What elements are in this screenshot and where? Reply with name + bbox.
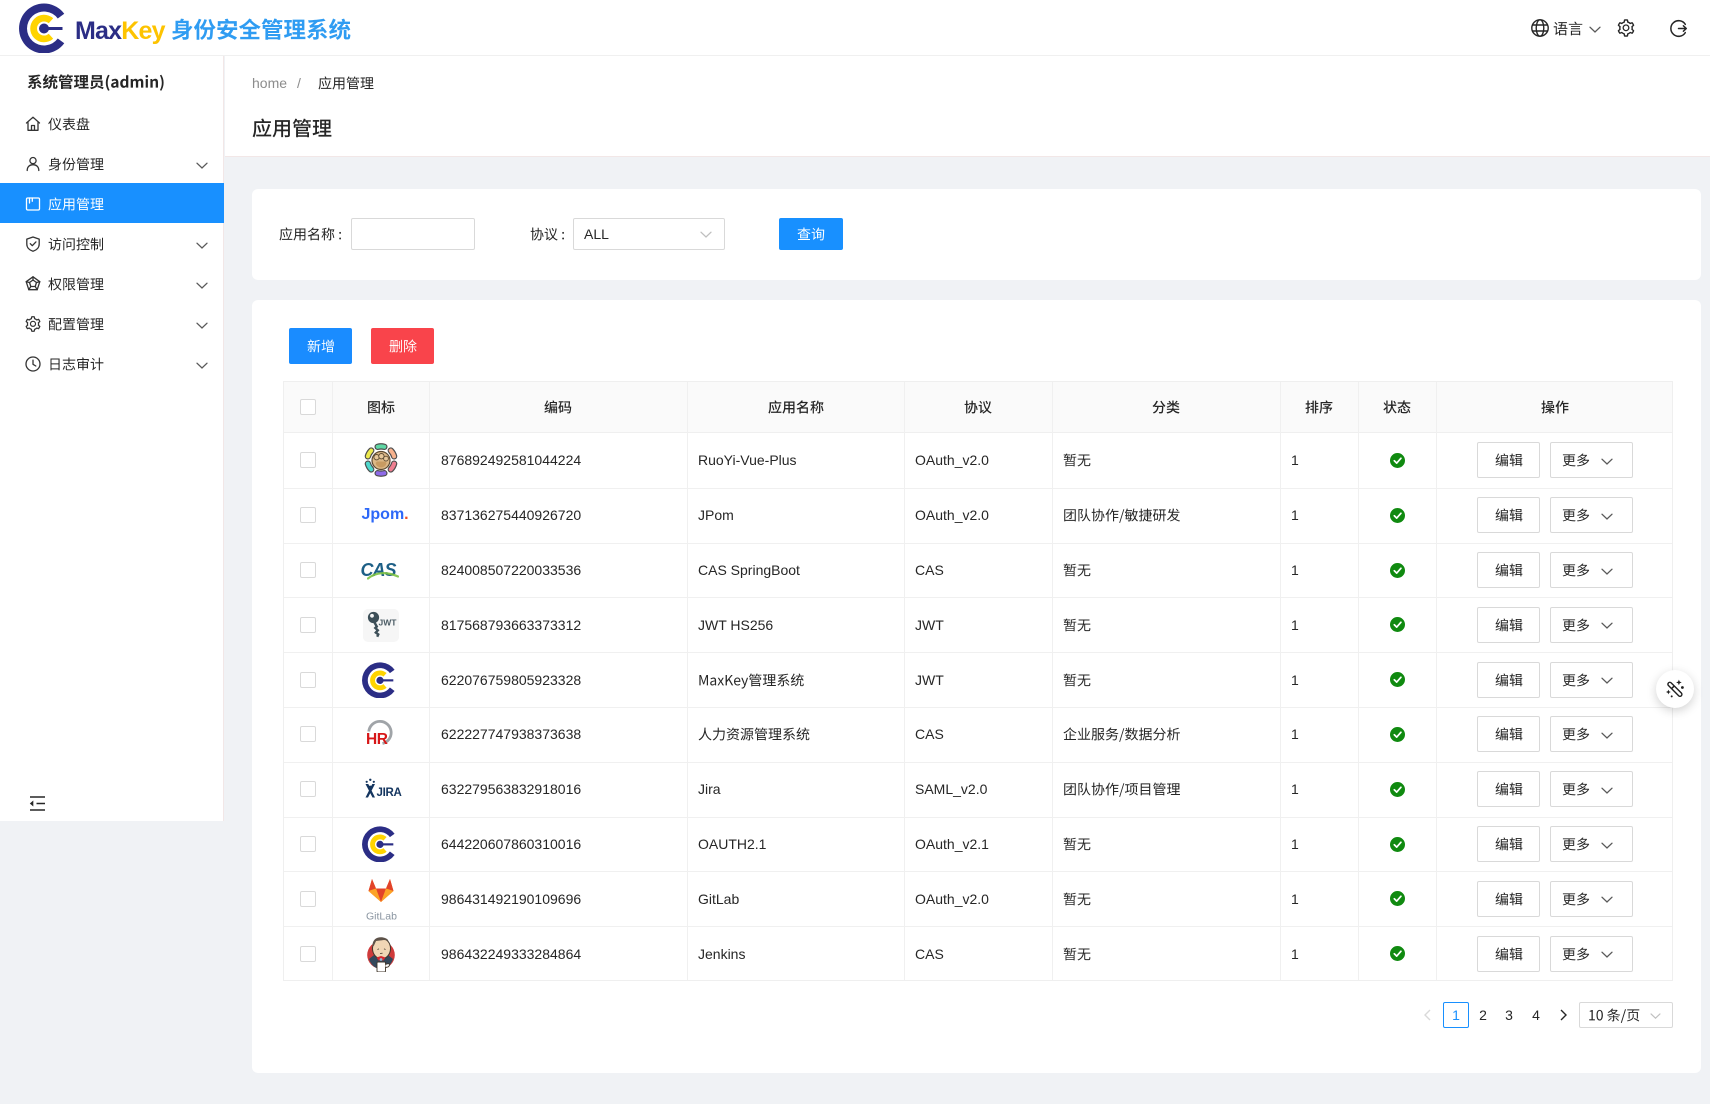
svg-text:JWT: JWT	[378, 617, 397, 627]
svg-text:JIRA: JIRA	[376, 787, 401, 799]
svg-text:HR: HR	[366, 731, 388, 748]
svg-text:GitLab: GitLab	[366, 910, 397, 922]
